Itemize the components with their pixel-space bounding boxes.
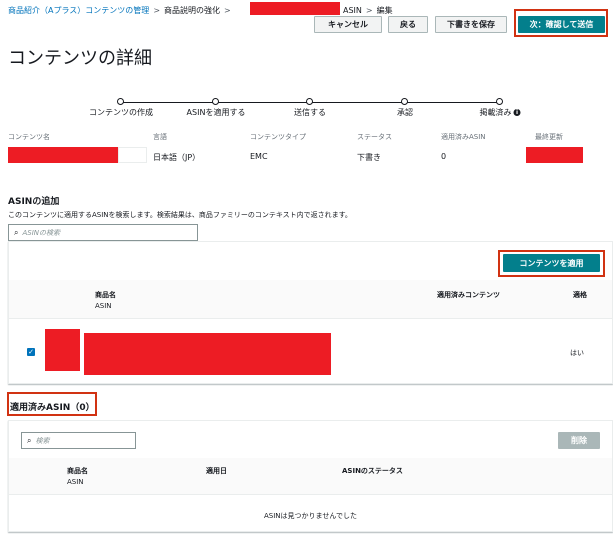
step-label-published: 掲載済み i xyxy=(480,107,521,118)
step-dot-create xyxy=(117,98,124,105)
step-label-apply-asin: ASINを適用する xyxy=(186,108,246,117)
col-header-eligible: 適格 xyxy=(573,291,587,299)
applied-search-placeholder: 検索 xyxy=(35,436,50,445)
highlight-applied-asin-title xyxy=(7,392,97,416)
redacted-product-image xyxy=(45,329,80,371)
row-eligible-value: はい xyxy=(570,349,584,357)
breadcrumb-item-edit: 編集 xyxy=(376,6,393,15)
step-label-submit: 送信する xyxy=(294,108,326,117)
page-title: コンテンツの詳細 xyxy=(8,48,152,69)
step-dot-apply-asin xyxy=(212,98,219,105)
step-label-create: コンテンツの作成 xyxy=(89,108,153,117)
applied-col-product-name: 商品名 xyxy=(67,467,88,475)
meta-header-language: 言語 xyxy=(153,133,167,141)
step-dot-published xyxy=(496,98,503,105)
step-dot-submit xyxy=(306,98,313,105)
breadcrumb: 商品紹介（Aプラス）コンテンツの管理 > 商品説明の強化 > xyxy=(8,5,235,16)
empty-state-message: ASINは見つかりませんでした xyxy=(264,512,357,520)
applied-search-input[interactable]: ⌕ 検索 xyxy=(21,432,136,449)
step-label-published-text: 掲載済み xyxy=(479,108,512,117)
applied-col-date: 適用日 xyxy=(206,467,227,475)
content-name-remainder xyxy=(118,147,147,163)
meta-header-content-name: コンテンツ名 xyxy=(8,133,50,141)
redacted-content-name xyxy=(8,147,118,163)
meta-value-status: 下書き xyxy=(357,153,381,162)
meta-value-content-type: EMC xyxy=(250,152,268,161)
applied-col-asin-status: ASINのステータス xyxy=(342,467,403,475)
section-title-add-asin: ASINの追加 xyxy=(8,197,60,207)
checkbox-checked-icon[interactable]: ✓ xyxy=(27,348,35,356)
meta-value-applied-asin: 0 xyxy=(441,152,447,161)
breadcrumb-item-asin[interactable]: ASIN xyxy=(343,6,362,15)
meta-header-applied-asin: 適用済みASIN xyxy=(441,133,486,141)
search-icon: ⌕ xyxy=(14,227,19,237)
col-header-product-name: 商品名 xyxy=(95,291,116,299)
applied-asin-header xyxy=(9,458,612,495)
col-header-applied-content: 適用済みコンテンツ xyxy=(437,291,500,299)
breadcrumb-link-aplus[interactable]: 商品紹介（Aプラス）コンテンツの管理 xyxy=(8,6,149,15)
meta-header-last-updated: 最終更新 xyxy=(535,133,563,141)
breadcrumb-item-enhance[interactable]: 商品説明の強化 xyxy=(164,6,220,15)
redacted-breadcrumb xyxy=(250,2,340,15)
asin-search-input[interactable]: ⌕ ASINの検索 xyxy=(8,224,198,241)
highlight-next-button xyxy=(514,9,608,37)
redacted-last-updated xyxy=(526,147,583,163)
step-dot-approval xyxy=(401,98,408,105)
meta-header-content-type: コンテンツタイプ xyxy=(250,133,306,141)
search-icon: ⌕ xyxy=(27,435,32,445)
back-button[interactable]: 戻る xyxy=(388,16,428,33)
meta-header-status: ステータス xyxy=(357,133,392,141)
chevron-right-icon: > xyxy=(365,6,373,15)
applied-col-asin: ASIN xyxy=(67,478,84,486)
section-desc-add-asin: このコンテンツに適用するASINを検索します。検索結果は、商品ファミリーのコンテ… xyxy=(8,211,352,219)
chevron-right-icon: > xyxy=(224,6,231,15)
cancel-button[interactable]: キャンセル xyxy=(314,16,382,33)
chevron-right-icon: > xyxy=(153,6,161,15)
redacted-product-name xyxy=(84,333,331,375)
delete-button[interactable]: 削除 xyxy=(558,432,600,449)
col-header-asin: ASIN xyxy=(95,302,112,310)
highlight-apply-button xyxy=(498,250,605,277)
save-draft-button[interactable]: 下書きを保存 xyxy=(435,16,507,33)
meta-value-language: 日本語（JP） xyxy=(153,153,201,162)
breadcrumb-tail: ASIN > 編集 xyxy=(343,5,393,16)
info-icon[interactable]: i xyxy=(513,109,521,116)
step-label-approval: 承認 xyxy=(397,108,413,117)
asin-search-placeholder: ASINの検索 xyxy=(22,228,61,237)
